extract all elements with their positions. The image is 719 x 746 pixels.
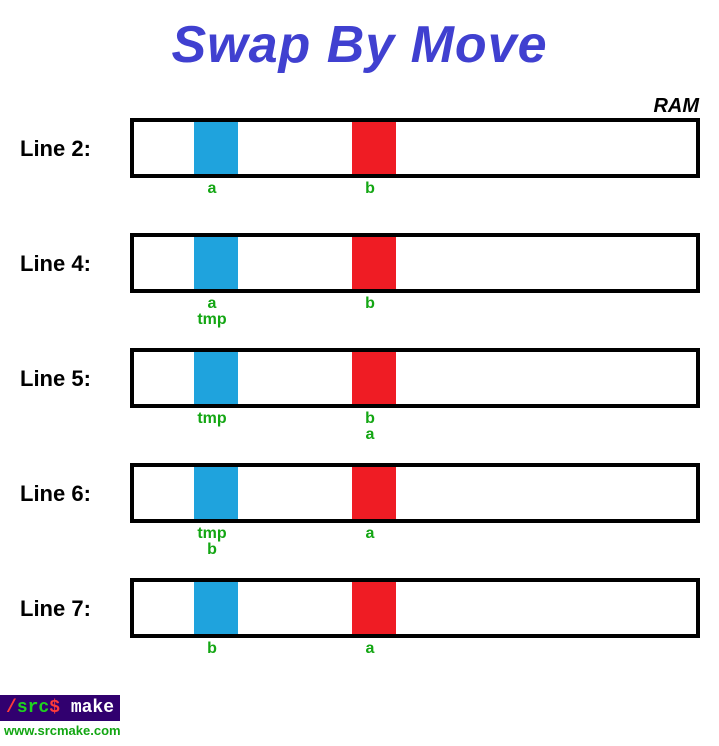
row-line-6: Line 6: tmp b a bbox=[0, 463, 719, 578]
block-blue bbox=[194, 122, 238, 174]
row-line-5: Line 5: tmp b a bbox=[0, 348, 719, 463]
var-label: b bbox=[348, 295, 392, 313]
row-line-4: Line 4: a tmp b bbox=[0, 233, 719, 348]
row-line-2: Line 2: a b bbox=[0, 118, 719, 233]
var-label: a bbox=[190, 180, 234, 198]
block-blue bbox=[194, 582, 238, 634]
footer-url: www.srcmake.com bbox=[0, 723, 121, 738]
memory-bar bbox=[130, 463, 700, 523]
var-label: b bbox=[190, 640, 234, 658]
line-label: Line 6: bbox=[20, 481, 91, 507]
memory-bar bbox=[130, 348, 700, 408]
var-label: a bbox=[348, 640, 392, 658]
block-blue bbox=[194, 237, 238, 289]
diagram-title: Swap By Move bbox=[0, 0, 719, 75]
line-label: Line 2: bbox=[20, 136, 91, 162]
block-red bbox=[352, 467, 396, 519]
line-label: Line 7: bbox=[20, 596, 91, 622]
line-label: Line 5: bbox=[20, 366, 91, 392]
footer-badge: /src$ make bbox=[0, 695, 120, 721]
badge-make: make bbox=[60, 698, 114, 718]
row-line-7: Line 7: b a bbox=[0, 578, 719, 693]
block-red bbox=[352, 352, 396, 404]
memory-bar bbox=[130, 118, 700, 178]
var-label: b bbox=[190, 541, 234, 559]
var-label: a bbox=[348, 525, 392, 543]
var-label: tmp bbox=[190, 410, 234, 428]
var-label: a bbox=[348, 426, 392, 444]
block-blue bbox=[194, 467, 238, 519]
badge-slash: / bbox=[6, 698, 17, 718]
block-red bbox=[352, 237, 396, 289]
ram-label: RAM bbox=[653, 95, 699, 118]
block-red bbox=[352, 122, 396, 174]
footer: /src$ make www.srcmake.com bbox=[0, 695, 121, 738]
memory-bar bbox=[130, 233, 700, 293]
badge-src: src bbox=[17, 698, 49, 718]
var-label: tmp bbox=[190, 311, 234, 329]
rows-container: Line 2: a b Line 4: a tmp b Line 5: tmp bbox=[0, 118, 719, 693]
memory-bar bbox=[130, 578, 700, 638]
line-label: Line 4: bbox=[20, 251, 91, 277]
badge-dollar: $ bbox=[49, 698, 60, 718]
block-blue bbox=[194, 352, 238, 404]
var-label: b bbox=[348, 180, 392, 198]
block-red bbox=[352, 582, 396, 634]
